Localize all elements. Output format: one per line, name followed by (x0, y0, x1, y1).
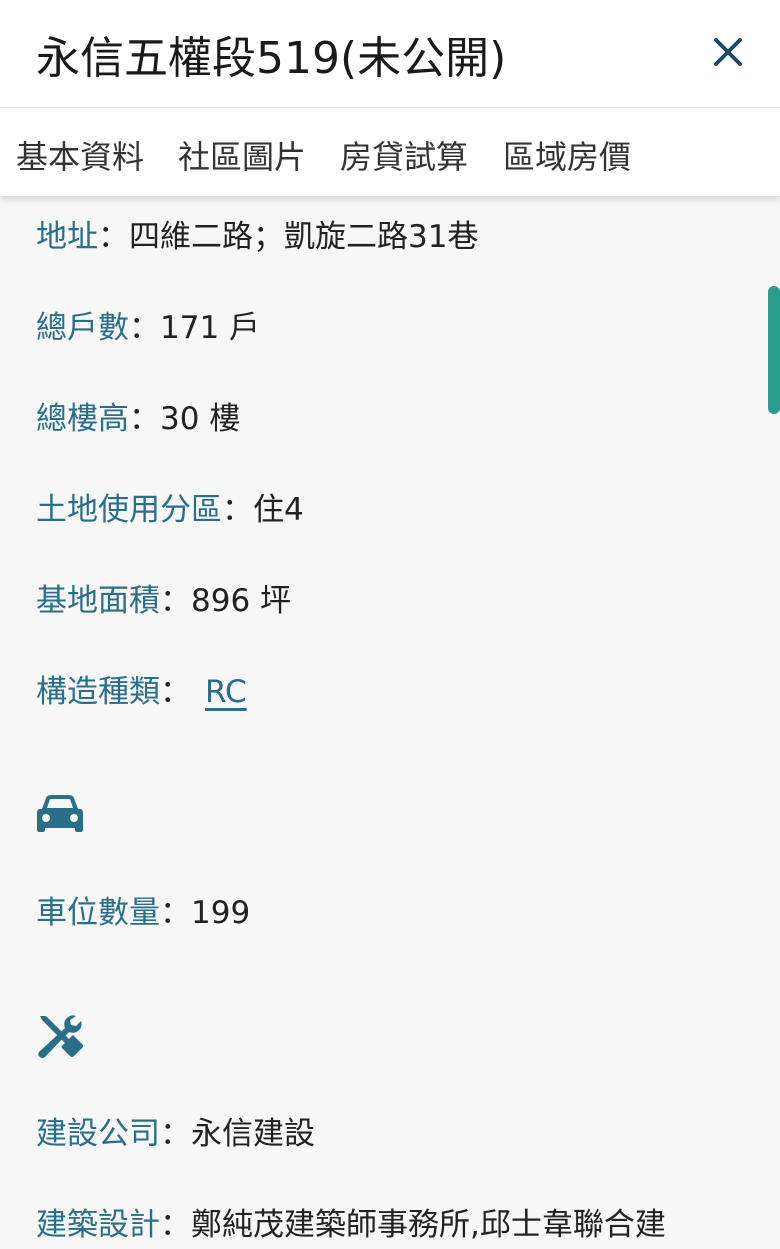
zoning-label: 土地使用分區 (36, 492, 222, 528)
info-zoning: 土地使用分區：住4 (36, 484, 304, 529)
info-structure: 構造種類： RC (36, 666, 247, 711)
separator: ： (129, 401, 160, 437)
floors-label: 總樓高 (36, 401, 129, 437)
tab-community-photos[interactable]: 社區圖片 (178, 132, 306, 178)
info-address: 地址：四維二路；凱旋二路31巷 (36, 211, 478, 256)
builder-company-label: 建設公司 (36, 1116, 160, 1152)
architect-value: 鄭純茂建築師事務所,邱士韋聯合建 (191, 1207, 666, 1243)
scrollbar-thumb[interactable] (768, 286, 780, 414)
tab-area-prices[interactable]: 區域房價 (503, 132, 631, 178)
info-parking-count: 車位數量：199 (36, 887, 250, 932)
info-architect: 建築設計：鄭純茂建築師事務所,邱士韋聯合建 (36, 1199, 666, 1244)
separator: ： (129, 310, 160, 346)
tab-mortgage-calculator[interactable]: 房貸試算 (340, 132, 468, 178)
info-land-area: 基地面積：896 坪 (36, 575, 291, 620)
car-icon (37, 795, 83, 832)
separator: ： (160, 583, 191, 619)
address-label: 地址 (36, 219, 98, 255)
structure-link[interactable]: RC (205, 674, 247, 710)
architect-label: 建築設計 (36, 1207, 160, 1243)
land-area-label: 基地面積 (36, 583, 160, 619)
separator: ： (160, 1207, 191, 1243)
address-value: 四維二路；凱旋二路31巷 (129, 219, 479, 255)
separator: ： (160, 1116, 191, 1152)
builder-company-value: 永信建設 (191, 1116, 315, 1152)
tab-bar: 基本資料 社區圖片 房貸試算 區域房價 (0, 108, 780, 196)
info-households: 總戶數：171 戶 (36, 302, 260, 347)
parking-label: 車位數量 (36, 895, 160, 931)
separator: ： (222, 492, 253, 528)
land-area-value: 896 坪 (191, 583, 292, 619)
households-value: 171 戶 (160, 310, 261, 346)
tools-icon (38, 1015, 83, 1058)
header-bar: 永信五權段519(未公開) (0, 0, 780, 108)
page-title: 永信五權段519(未公開) (36, 33, 507, 84)
info-builder-company: 建設公司：永信建設 (36, 1108, 315, 1153)
tab-basic-info[interactable]: 基本資料 (16, 132, 144, 178)
structure-label: 構造種類 (36, 674, 160, 710)
close-button[interactable] (704, 28, 752, 76)
separator: ： (98, 219, 129, 255)
zoning-value: 住4 (253, 492, 304, 528)
separator: ： (160, 674, 191, 710)
households-label: 總戶數 (36, 310, 129, 346)
separator: ： (160, 895, 191, 931)
info-floors: 總樓高：30 樓 (36, 393, 240, 438)
close-icon[interactable] (712, 36, 744, 68)
parking-value: 199 (191, 895, 251, 931)
floors-value: 30 樓 (160, 401, 241, 437)
